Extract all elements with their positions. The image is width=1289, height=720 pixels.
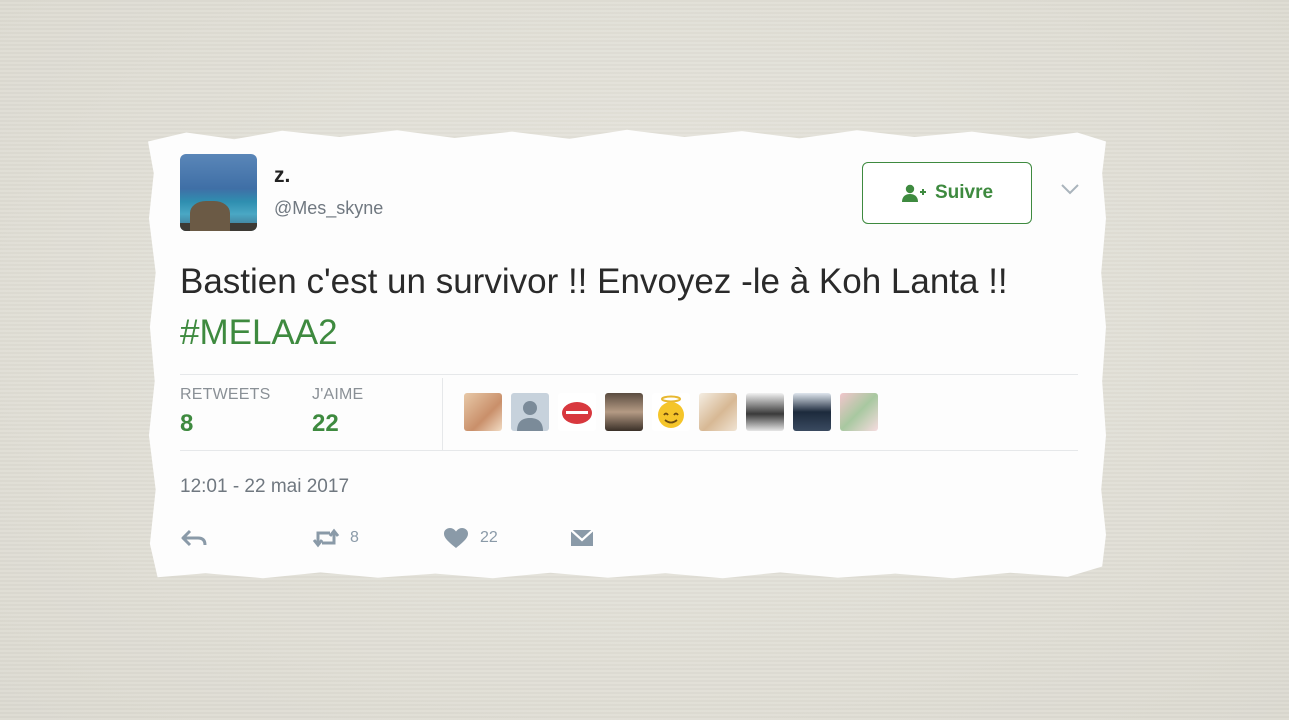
- stats-bottom-divider: [180, 450, 1078, 451]
- retweet-button[interactable]: 8: [312, 526, 359, 550]
- liker-avatar[interactable]: [558, 393, 596, 431]
- avatar-rock: [190, 201, 230, 231]
- heart-icon: [444, 528, 468, 548]
- stats-separator: [442, 378, 443, 450]
- display-name[interactable]: z.: [274, 164, 290, 188]
- retweet-icon: [312, 528, 340, 548]
- likes-stat[interactable]: J'AIME 22: [312, 386, 363, 438]
- liker-avatar[interactable]: [464, 393, 502, 431]
- reply-icon: [181, 529, 207, 547]
- user-avatar[interactable]: [180, 154, 257, 231]
- like-button[interactable]: 22: [442, 526, 498, 550]
- stats-top-divider: [180, 374, 1078, 375]
- liker-avatar[interactable]: [699, 393, 737, 431]
- liker-avatar[interactable]: [652, 393, 690, 431]
- liker-avatar[interactable]: [605, 393, 643, 431]
- liker-avatar[interactable]: [840, 393, 878, 431]
- tweet-timestamp[interactable]: 12:01 - 22 mai 2017: [180, 476, 349, 498]
- likes-count: 22: [312, 410, 339, 437]
- add-user-icon: [901, 184, 926, 202]
- default-user-icon: [517, 401, 543, 431]
- retweet-count: 8: [350, 529, 359, 546]
- liker-avatar[interactable]: [746, 393, 784, 431]
- likes-label: J'AIME: [312, 386, 364, 403]
- follow-button[interactable]: Suivre: [862, 162, 1032, 224]
- tweet-card: z. @Mes_skyne Suivre Bastien c'est un su…: [148, 129, 1106, 579]
- reply-button[interactable]: [180, 526, 208, 550]
- retweets-label: RETWEETS: [180, 386, 271, 403]
- liker-avatar[interactable]: [793, 393, 831, 431]
- liker-avatars: [464, 393, 878, 431]
- direct-message-button[interactable]: [568, 526, 596, 550]
- like-count: 22: [480, 529, 498, 546]
- tweet-text: Bastien c'est un survivor !! Envoyez -le…: [180, 256, 1060, 358]
- envelope-icon: [570, 529, 594, 546]
- user-handle[interactable]: @Mes_skyne: [274, 198, 383, 219]
- chevron-down-icon[interactable]: [1060, 182, 1080, 196]
- strawberry-icon: [562, 402, 592, 424]
- follow-label: Suivre: [934, 182, 994, 203]
- hashtag-link[interactable]: #MELAA2: [180, 313, 338, 352]
- liker-avatar-default[interactable]: [511, 393, 549, 431]
- retweets-stat[interactable]: RETWEETS 8: [180, 386, 271, 438]
- retweets-count: 8: [180, 410, 194, 437]
- tweet-body: Bastien c'est un survivor !! Envoyez -le…: [180, 262, 1008, 301]
- angel-emoji-icon: [658, 395, 684, 428]
